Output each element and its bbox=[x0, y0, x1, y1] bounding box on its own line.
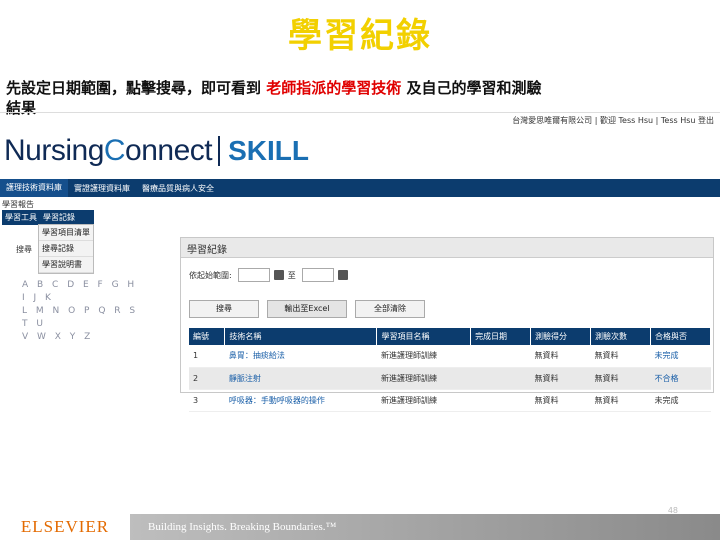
cell-pass: 未完成 bbox=[650, 345, 711, 368]
cell-date bbox=[470, 345, 531, 368]
col-number[interactable]: 編號 bbox=[189, 328, 226, 345]
elsevier-logo: ELSEVIER bbox=[0, 514, 130, 540]
results-table: 編號 技術名稱 學習項目名稱 完成日期 測驗得分 測驗次數 合格與否 1 鼻胃：… bbox=[189, 328, 712, 412]
cell-program: 新進護理師訓練 bbox=[376, 367, 471, 390]
nursingconnect-logo: NursingConnect SKILL bbox=[4, 131, 309, 171]
instruction-highlight: 老師指派的學習技術 bbox=[266, 79, 402, 97]
main-nav: 護理技術資料庫 實證護理資料庫 醫療品質與病人安全 bbox=[0, 179, 720, 197]
alphabet-row[interactable]: V W X Y Z bbox=[22, 331, 142, 344]
instruction-prefix: 先設定日期範圍，點擊搜尋，即可看到 bbox=[6, 79, 262, 97]
logo-connect: onnect bbox=[125, 134, 213, 167]
footer-bar: ELSEVIER Building Insights. Breaking Bou… bbox=[0, 514, 720, 540]
calendar-icon[interactable] bbox=[273, 270, 284, 280]
table-header-row: 編號 技術名稱 學習項目名稱 完成日期 測驗得分 測驗次數 合格與否 bbox=[189, 328, 712, 345]
menu-item-manual[interactable]: 學習說明書 bbox=[39, 257, 93, 273]
cell-pass: 未完成 bbox=[650, 389, 711, 412]
action-buttons: 搜尋 輸出至Excel 全部清除 bbox=[189, 300, 433, 318]
cell-number: 2 bbox=[189, 367, 225, 390]
cell-program: 新進護理師訓練 bbox=[376, 389, 471, 412]
start-date-field[interactable] bbox=[237, 268, 270, 282]
tab-learning-tools[interactable]: 學習工具 bbox=[2, 210, 40, 225]
export-excel-button[interactable]: 輸出至Excel bbox=[267, 300, 347, 318]
date-separator: 至 bbox=[287, 270, 296, 280]
side-menu: 學習工具 學習記錄 學習項目清單 搜尋記錄 學習說明書 搜尋 bbox=[2, 210, 130, 274]
cell-date bbox=[470, 389, 531, 412]
calendar-icon[interactable] bbox=[337, 270, 348, 280]
cell-number: 1 bbox=[189, 345, 225, 368]
col-skill-name[interactable]: 技術名稱 bbox=[224, 328, 378, 345]
cell-program: 新進護理師訓練 bbox=[376, 345, 471, 368]
nav-item-skills[interactable]: 護理技術資料庫 bbox=[0, 179, 68, 197]
col-program-name[interactable]: 學習項目名稱 bbox=[376, 328, 472, 345]
logo-nursing: Nursing bbox=[4, 134, 104, 167]
date-range: 依起始範圍: 至 bbox=[189, 268, 352, 282]
cell-skill-link[interactable]: 鼻胃：抽痰給法 bbox=[224, 345, 377, 368]
app-screenshot: 台灣愛思唯爾有限公司 | 歡迎 Tess Hsu | Tess Hsu 登出 N… bbox=[0, 112, 720, 412]
search-button[interactable]: 搜尋 bbox=[189, 300, 259, 318]
cell-date bbox=[470, 367, 531, 390]
table-row: 2 靜脈注射 新進護理師訓練 無資料 無資料 不合格 bbox=[189, 367, 711, 390]
clear-all-button[interactable]: 全部清除 bbox=[355, 300, 425, 318]
col-score[interactable]: 測驗得分 bbox=[530, 328, 591, 345]
logo-skill: SKILL bbox=[228, 135, 310, 166]
cell-attempts: 無資料 bbox=[590, 345, 651, 368]
cell-number: 3 bbox=[189, 389, 225, 412]
cell-pass: 不合格 bbox=[650, 367, 711, 390]
panel-title: 學習紀錄 bbox=[181, 238, 713, 258]
breadcrumb[interactable]: 學習報告 bbox=[2, 199, 34, 210]
cell-score: 無資料 bbox=[530, 345, 591, 368]
nav-item-evidence[interactable]: 實證護理資料庫 bbox=[68, 183, 136, 194]
cell-skill-link[interactable]: 靜脈注射 bbox=[224, 367, 377, 390]
menu-item-search-record[interactable]: 搜尋記錄 bbox=[39, 241, 93, 257]
date-label: 依起始範圍: bbox=[189, 270, 232, 280]
cell-score: 無資料 bbox=[530, 367, 591, 390]
alphabet-row[interactable]: L M N O P Q R S T U bbox=[22, 305, 142, 331]
end-date-field[interactable] bbox=[301, 268, 334, 282]
menu-item-learning-record[interactable]: 學習記錄 bbox=[40, 210, 94, 225]
account-links[interactable]: 台灣愛思唯爾有限公司 | 歡迎 Tess Hsu | Tess Hsu 登出 bbox=[512, 115, 714, 126]
logo-connect-c: C bbox=[103, 134, 126, 167]
tools-dropdown: 學習項目清單 搜尋記錄 學習說明書 bbox=[38, 224, 94, 274]
logo-divider bbox=[218, 136, 221, 166]
cell-attempts: 無資料 bbox=[590, 367, 651, 390]
cell-attempts: 無資料 bbox=[590, 389, 651, 412]
table-row: 1 鼻胃：抽痰給法 新進護理師訓練 無資料 無資料 未完成 bbox=[189, 345, 711, 368]
col-pass[interactable]: 合格與否 bbox=[650, 328, 712, 345]
col-attempts[interactable]: 測驗次數 bbox=[590, 328, 651, 345]
table-row: 3 呼吸器：手動呼吸器的操作 新進護理師訓練 無資料 無資料 未完成 bbox=[189, 389, 711, 412]
cell-skill-link[interactable]: 呼吸器：手動呼吸器的操作 bbox=[224, 389, 377, 412]
instruction-suffix: 及自己的學習和測驗 bbox=[406, 79, 542, 97]
col-complete-date[interactable]: 完成日期 bbox=[470, 328, 532, 345]
footer-tagline: Building Insights. Breaking Boundaries.™ bbox=[148, 521, 337, 533]
alphabet-row[interactable]: A B C D E F G H I J K bbox=[22, 279, 142, 305]
nav-item-quality[interactable]: 醫療品質與病人安全 bbox=[136, 183, 220, 194]
alphabet-index: A B C D E F G H I J K L M N O P Q R S T … bbox=[22, 279, 142, 344]
cell-score: 無資料 bbox=[530, 389, 591, 412]
slide-title: 學習紀錄 bbox=[288, 16, 432, 56]
learning-record-panel: 學習紀錄 依起始範圍: 至 搜尋 輸出至Excel 全部清除 編號 技術名稱 學… bbox=[180, 237, 714, 412]
logo-text: NursingConnect bbox=[4, 134, 213, 168]
search-label: 搜尋 bbox=[16, 245, 32, 254]
menu-item-learning-list[interactable]: 學習項目清單 bbox=[39, 225, 93, 241]
